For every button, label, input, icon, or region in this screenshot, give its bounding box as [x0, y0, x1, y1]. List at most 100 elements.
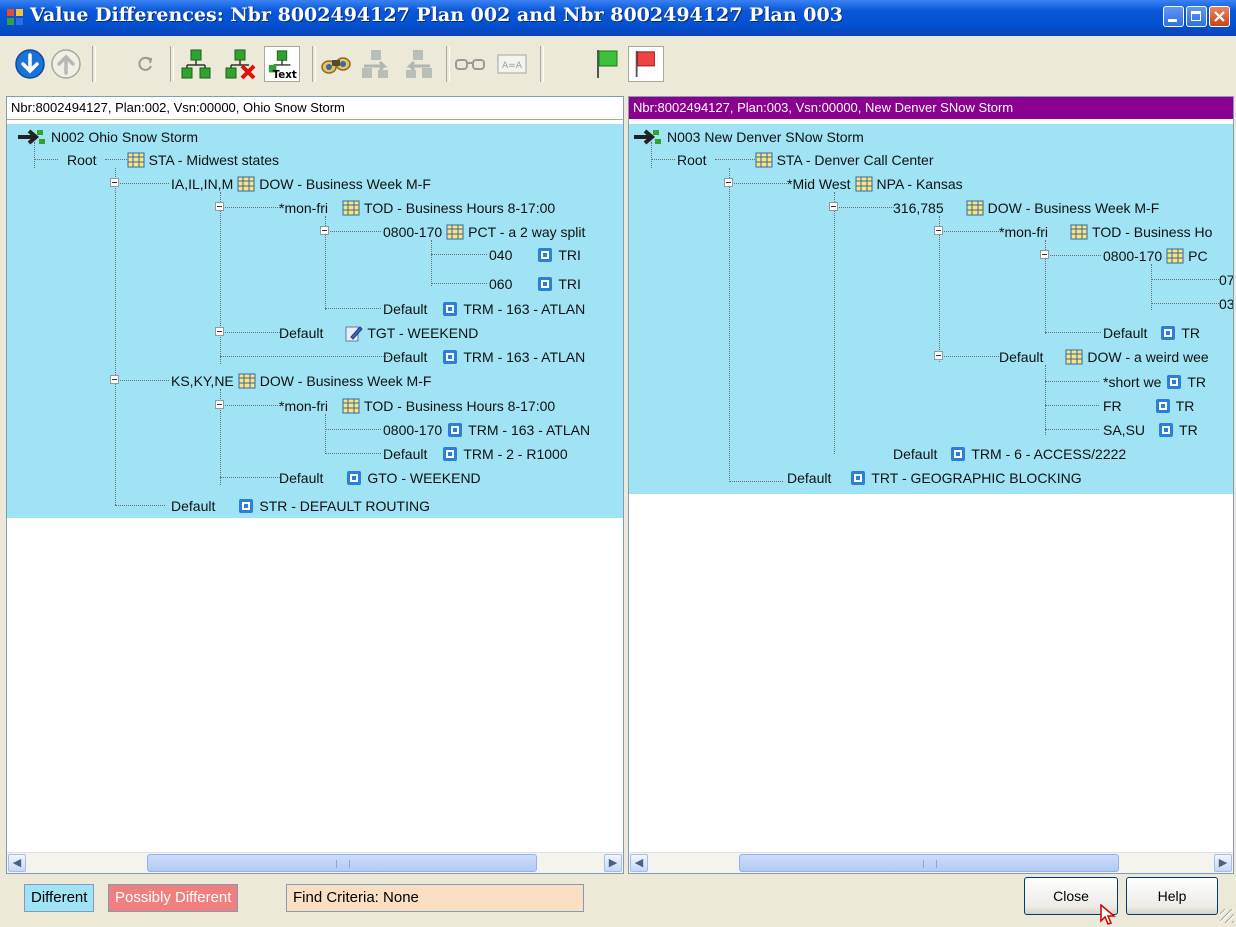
tree-icon[interactable]: [178, 46, 214, 82]
tree-node[interactable]: *Mid West NPA - Kansas: [783, 173, 963, 195]
terminal-icon: [441, 445, 459, 463]
different-legend: Different: [24, 884, 95, 912]
tree-node-root[interactable]: N002 Ohio Snow Storm: [17, 126, 198, 148]
tree-node[interactable]: Default TR: [1099, 322, 1200, 344]
maximize-button[interactable]: [1186, 6, 1207, 27]
tree-node[interactable]: 040 TRI: [485, 244, 581, 266]
tree-node[interactable]: Default TRM - 163 - ATLAN: [379, 346, 585, 368]
scroll-right-button[interactable]: ▶: [604, 854, 622, 872]
tree-node[interactable]: *mon-fri TOD - Business Hours 8-17:00: [275, 395, 555, 417]
tree-node[interactable]: IA,IL,IN,M DOW - Business Week M-F: [167, 173, 431, 195]
tree-node[interactable]: FR TR: [1099, 395, 1194, 417]
expander[interactable]: [215, 202, 224, 211]
tree-node[interactable]: 0800-170 PCT - a 2 way split: [379, 221, 585, 243]
window-title: Value Differences: Nbr 8002494127 Plan 0…: [30, 4, 843, 26]
terminal-icon: [1154, 397, 1172, 415]
table-icon: [446, 223, 464, 241]
up-arrow-icon[interactable]: [48, 46, 84, 82]
tree-delete-icon[interactable]: [222, 46, 258, 82]
terminal-icon: [446, 421, 464, 439]
terminal-icon: [949, 445, 967, 463]
value-differences-window: Value Differences: Nbr 8002494127 Plan 0…: [0, 0, 1236, 927]
terminal-icon: [1165, 373, 1183, 391]
expander[interactable]: [829, 202, 838, 211]
resize-grip[interactable]: [1220, 909, 1234, 923]
mouse-cursor-icon: [1100, 904, 1117, 925]
table-icon: [966, 199, 984, 217]
tree-node[interactable]: 060 TRI: [485, 273, 581, 295]
refresh-icon[interactable]: [128, 46, 164, 82]
expander[interactable]: [215, 400, 224, 409]
terminal-icon: [441, 300, 459, 318]
tree-node[interactable]: 0800-170 PC: [1099, 245, 1208, 267]
tree-node-root[interactable]: N003 New Denver SNow Storm: [633, 126, 864, 148]
red-flag-icon[interactable]: [628, 46, 664, 82]
tree-left-icon[interactable]: [400, 46, 436, 82]
tree-node[interactable]: Default GTO - WEEKEND: [275, 467, 481, 489]
terminal-icon: [237, 497, 255, 515]
right-tree: N003 New Denver SNow Storm Root STA - Den…: [629, 124, 1233, 494]
terminal-icon: [536, 246, 554, 264]
tree-node[interactable]: 030: [1215, 293, 1233, 315]
scroll-right-button[interactable]: ▶: [1214, 854, 1232, 872]
expander[interactable]: [724, 178, 733, 187]
left-tree-pane[interactable]: Nbr:8002494127, Plan:002, Vsn:00000, Ohi…: [6, 96, 624, 874]
scroll-left-button[interactable]: ◀: [8, 854, 26, 872]
scroll-thumb[interactable]: [739, 854, 1119, 872]
svg-text:A=A: A=A: [502, 61, 523, 71]
tree-node[interactable]: Default TRM - 2 - R1000: [379, 443, 568, 465]
compare-text-icon[interactable]: A=A: [494, 46, 530, 82]
expander[interactable]: [934, 226, 943, 235]
terminal-icon: [849, 469, 867, 487]
green-flag-icon[interactable]: [590, 46, 626, 82]
expander[interactable]: [110, 178, 119, 187]
help-button[interactable]: Help: [1126, 877, 1218, 915]
tree-node[interactable]: Default TGT - WEEKEND: [275, 322, 478, 344]
table-icon: [237, 175, 255, 193]
arrow-node-icon: [17, 128, 47, 146]
tree-node[interactable]: 070: [1215, 269, 1233, 291]
toolbar: Text A=A: [0, 36, 1236, 94]
arrow-node-icon: [633, 128, 663, 146]
tree-node[interactable]: Default TRM - 6 - ACCESS/2222: [889, 443, 1126, 465]
expander[interactable]: [1040, 250, 1049, 259]
terminal-icon: [1159, 324, 1177, 342]
tree-node[interactable]: Default TRM - 163 - ATLAN: [379, 298, 585, 320]
terminal-icon: [345, 469, 363, 487]
tree-node[interactable]: Default STR - DEFAULT ROUTING: [167, 495, 430, 517]
minimize-button[interactable]: [1163, 6, 1184, 27]
expander[interactable]: [215, 327, 224, 336]
tree-node[interactable]: KS,KY,NE DOW - Business Week M-F: [167, 370, 431, 392]
status-bar: Different Possibly Different Find Criter…: [0, 874, 1236, 927]
left-horizontal-scrollbar[interactable]: ◀ ▶: [7, 852, 623, 873]
down-arrow-icon[interactable]: [12, 46, 48, 82]
tree-node[interactable]: Default DOW - a weird wee: [995, 346, 1209, 368]
tree-node[interactable]: Root STA - Midwest states: [63, 149, 279, 171]
expander[interactable]: [934, 351, 943, 360]
glasses-icon[interactable]: [452, 46, 488, 82]
tree-node[interactable]: SA,SU TR: [1099, 419, 1198, 441]
right-horizontal-scrollbar[interactable]: ◀ ▶: [629, 852, 1233, 873]
expander[interactable]: [110, 375, 119, 384]
tree-node[interactable]: 0800-170 TRM - 163 - ATLAN: [379, 419, 590, 441]
close-window-button[interactable]: [1209, 6, 1230, 27]
table-icon: [1065, 348, 1083, 366]
tree-right-icon[interactable]: [358, 46, 394, 82]
tree-node[interactable]: Root STA - Denver Call Center: [673, 149, 933, 171]
scroll-left-button[interactable]: ◀: [630, 854, 648, 872]
expander[interactable]: [320, 226, 329, 235]
left-tree: N002 Ohio Snow Storm Root STA - Midwest s…: [7, 124, 623, 518]
scroll-thumb[interactable]: [147, 854, 537, 872]
right-tree-pane[interactable]: Nbr:8002494127, Plan:003, Vsn:00000, New…: [628, 96, 1234, 874]
table-icon: [342, 397, 360, 415]
tree-node[interactable]: *mon-fri TOD - Business Ho: [995, 221, 1212, 243]
tree-text-icon[interactable]: Text: [264, 46, 300, 82]
tree-node[interactable]: *short we TR: [1099, 371, 1206, 393]
table-icon: [855, 175, 873, 193]
tree-node[interactable]: *mon-fri TOD - Business Hours 8-17:00: [275, 197, 555, 219]
binoculars-icon[interactable]: [318, 46, 354, 82]
tree-node[interactable]: Default TRT - GEOGRAPHIC BLOCKING: [783, 467, 1082, 489]
title-bar[interactable]: Value Differences: Nbr 8002494127 Plan 0…: [0, 0, 1236, 37]
tree-node[interactable]: 316,785 DOW - Business Week M-F: [889, 197, 1159, 219]
terminal-icon: [1157, 421, 1175, 439]
